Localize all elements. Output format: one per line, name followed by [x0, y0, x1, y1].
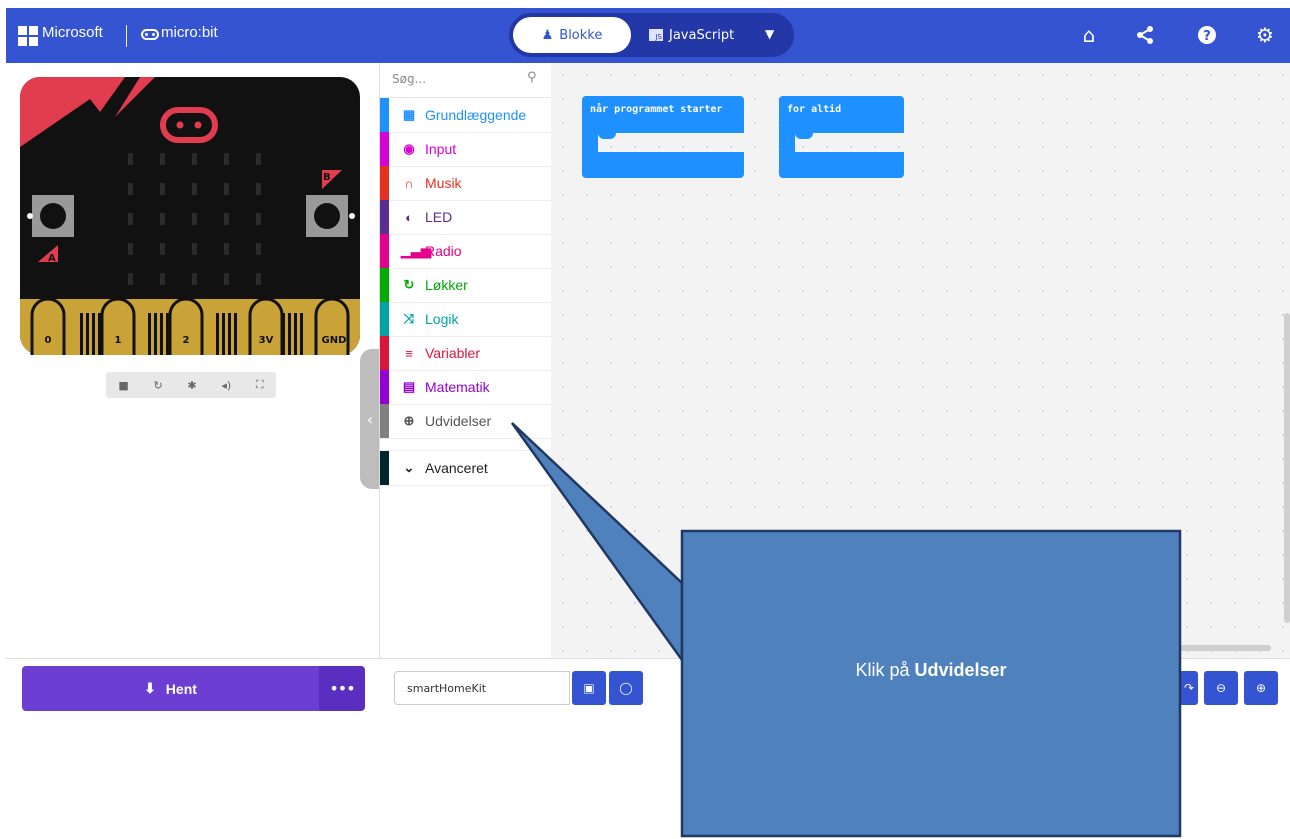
callout-text: Klik på Udvidelser: [682, 660, 1180, 681]
callout-balloon: [510, 422, 1182, 838]
callout-prefix: Klik på: [855, 660, 915, 680]
callout-emphasis: Udvidelser: [914, 660, 1007, 680]
